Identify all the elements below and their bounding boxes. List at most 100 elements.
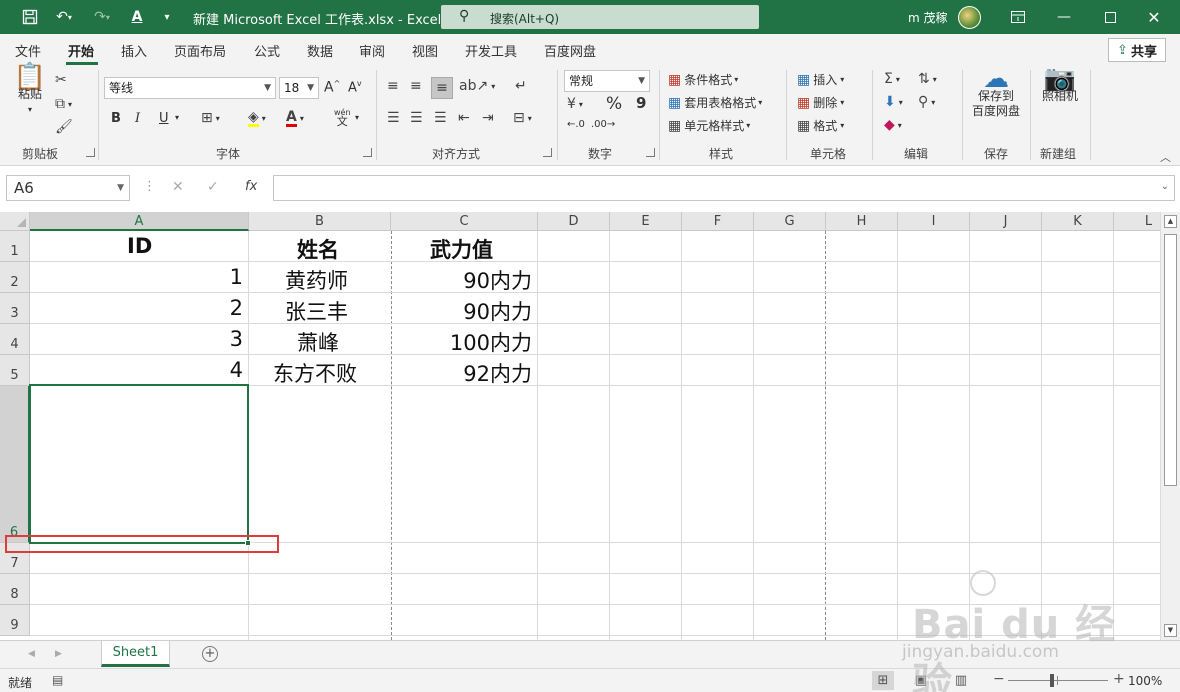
cut-button[interactable]: ✂ xyxy=(55,72,70,88)
cancel-icon[interactable]: ✕ xyxy=(172,179,184,195)
increase-font-button[interactable]: A^ xyxy=(324,79,340,96)
row-header-1[interactable]: 1 xyxy=(0,231,30,262)
zoom-in-icon[interactable]: + xyxy=(1113,671,1125,687)
row-header-2[interactable]: 2 xyxy=(0,262,30,293)
underline-dropdown[interactable]: ▾ xyxy=(175,113,179,122)
decrease-font-button[interactable]: Av xyxy=(348,79,362,95)
active-cell-selection[interactable] xyxy=(29,384,249,544)
wrap-text-button[interactable]: ↵ xyxy=(515,78,530,94)
column-header-a[interactable]: A xyxy=(30,212,249,231)
zoom-slider-thumb[interactable] xyxy=(1050,674,1054,687)
save-icon[interactable] xyxy=(20,7,40,27)
cell-a1[interactable]: ID xyxy=(127,234,152,258)
enter-icon[interactable]: ✓ xyxy=(207,179,219,195)
cell-c4[interactable]: 100内力 xyxy=(450,327,532,357)
tab-home[interactable]: 开始 xyxy=(68,41,94,60)
customize-qat-icon[interactable]: ▾ xyxy=(157,7,177,27)
row-header-3[interactable]: 3 xyxy=(0,293,30,324)
font-launcher-icon[interactable] xyxy=(363,148,372,157)
cell-a5[interactable]: 4 xyxy=(230,358,243,382)
column-header-i[interactable]: I xyxy=(898,212,970,231)
zoom-out-icon[interactable]: − xyxy=(993,671,1005,687)
font-name-select[interactable]: 等线 ▼ xyxy=(104,77,276,99)
conditional-format-button[interactable]: ▦ 条件格式 ▾ xyxy=(668,71,738,88)
format-cells-button[interactable]: ▦ 格式 ▾ xyxy=(797,117,844,134)
phonetic-dropdown[interactable]: ▾ xyxy=(355,113,359,122)
number-launcher-icon[interactable] xyxy=(646,148,655,157)
user-name[interactable]: m 茂稼 xyxy=(908,9,948,26)
close-icon[interactable]: ✕ xyxy=(1144,7,1164,27)
tab-page-layout[interactable]: 页面布局 xyxy=(174,41,226,60)
sort-filter-button[interactable]: ⇅ ▾ xyxy=(918,71,937,87)
row-header-4[interactable]: 4 xyxy=(0,324,30,355)
tab-view[interactable]: 视图 xyxy=(412,41,438,60)
zoom-level[interactable]: 100% xyxy=(1128,674,1162,688)
column-header-b[interactable]: B xyxy=(249,212,391,231)
accounting-format-button[interactable]: ¥ ▾ xyxy=(567,96,583,112)
cell-c3[interactable]: 90内力 xyxy=(463,296,532,326)
scroll-down-icon[interactable]: ▼ xyxy=(1164,624,1177,637)
fill-color-button[interactable]: ◈ ▾ xyxy=(248,110,266,127)
tab-formulas[interactable]: 公式 xyxy=(254,41,280,60)
phonetic-button[interactable]: wén 文 xyxy=(334,108,351,127)
fill-button[interactable]: ⬇ ▾ xyxy=(884,94,903,110)
cell-b5[interactable]: 东方不败 xyxy=(273,358,357,388)
align-center-button[interactable]: ☰ xyxy=(410,110,426,126)
align-top-button[interactable]: ≡ xyxy=(387,78,402,94)
column-header-h[interactable]: H xyxy=(826,212,898,231)
page-layout-view-icon[interactable]: ▣ xyxy=(910,671,932,690)
tab-file[interactable]: 文件 xyxy=(15,41,41,60)
column-header-d[interactable]: D xyxy=(538,212,610,231)
find-select-button[interactable]: ⚲ ▾ xyxy=(918,94,935,110)
maximize-icon[interactable] xyxy=(1100,7,1120,27)
normal-view-icon[interactable]: ⊞ xyxy=(872,671,894,690)
column-header-j[interactable]: J xyxy=(970,212,1042,231)
italic-button[interactable]: I xyxy=(135,111,140,126)
row-header-9[interactable]: 9 xyxy=(0,605,30,636)
increase-indent-button[interactable]: ⇥ xyxy=(482,110,497,126)
column-header-k[interactable]: K xyxy=(1042,212,1114,231)
cell-styles-button[interactable]: ▦ 单元格样式 ▾ xyxy=(668,117,750,134)
scroll-up-icon[interactable]: ▲ xyxy=(1164,215,1177,228)
column-header-g[interactable]: G xyxy=(754,212,826,231)
share-button[interactable]: ⇪ 共享 xyxy=(1108,38,1166,62)
tab-developer[interactable]: 开发工具 xyxy=(465,41,517,60)
orientation-button[interactable]: ab↗ ▾ xyxy=(459,78,495,94)
cell-b2[interactable]: 黄药师 xyxy=(285,265,348,295)
camera-button[interactable]: 📷 照相机 xyxy=(1038,66,1082,104)
clear-button[interactable]: ◆ ▾ xyxy=(884,117,902,133)
align-middle-button[interactable]: ≡ xyxy=(410,78,425,94)
insert-cells-button[interactable]: ▦ 插入 ▾ xyxy=(797,71,844,88)
font-size-select[interactable]: 18 ▼ xyxy=(279,77,319,99)
merge-center-button[interactable]: ⊟ ▾ xyxy=(513,110,532,126)
accessibility-icon[interactable]: ▤ xyxy=(52,673,63,687)
cell-b1[interactable]: 姓名 xyxy=(297,234,339,264)
column-header-f[interactable]: F xyxy=(682,212,754,231)
format-painter-button[interactable]: 🖌 xyxy=(55,119,76,135)
undo-icon[interactable]: ↶ ▾ xyxy=(50,7,78,27)
border-button[interactable]: ⊞ ▾ xyxy=(201,110,220,126)
cell-b4[interactable]: 萧峰 xyxy=(297,327,339,357)
formula-bar-grip-icon[interactable]: ⋮ xyxy=(143,179,156,194)
format-as-table-button[interactable]: ▦ 套用表格格式 ▾ xyxy=(668,94,762,111)
search-box[interactable]: ⚲ 搜索(Alt+Q) xyxy=(441,5,759,29)
cell-a2[interactable]: 1 xyxy=(230,265,243,289)
row-header-8[interactable]: 8 xyxy=(0,574,30,605)
insert-function-button[interactable]: fx xyxy=(245,179,257,194)
column-header-e[interactable]: E xyxy=(610,212,682,231)
clipboard-launcher-icon[interactable] xyxy=(86,148,95,157)
tab-insert[interactable]: 插入 xyxy=(121,41,147,60)
minimize-icon[interactable]: — xyxy=(1054,7,1074,27)
avatar[interactable] xyxy=(958,6,981,29)
page-break-view-icon[interactable]: ▥ xyxy=(950,671,972,690)
tab-data[interactable]: 数据 xyxy=(307,41,333,60)
ribbon-display-icon[interactable] xyxy=(1008,7,1028,27)
align-left-button[interactable]: ☰ xyxy=(387,110,403,126)
name-box[interactable]: A6 ▼ xyxy=(6,175,130,201)
scroll-thumb[interactable] xyxy=(1164,234,1177,486)
font-color-qat-icon[interactable]: A xyxy=(127,7,147,27)
redo-icon[interactable]: ↷ ▾ xyxy=(88,7,116,27)
column-header-c[interactable]: C xyxy=(391,212,538,231)
number-format-select[interactable]: 常规 ▼ xyxy=(564,70,650,92)
bold-button[interactable]: B xyxy=(111,111,121,126)
